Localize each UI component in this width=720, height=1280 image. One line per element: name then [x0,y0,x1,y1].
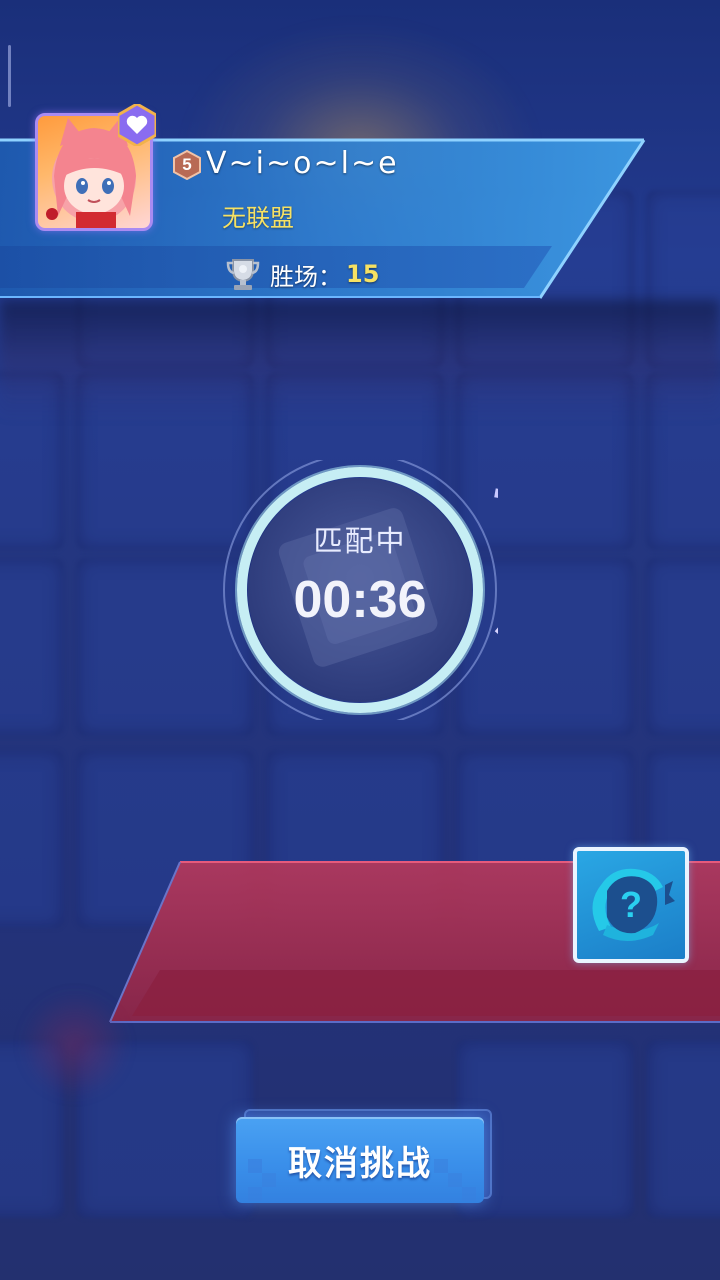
opponent-avatar-placeholder: ? [573,847,689,963]
trophy-icon [226,259,260,290]
alliance-name: 无联盟 [222,204,294,232]
background-shadow-band [0,300,720,420]
svg-text:?: ? [620,884,642,925]
wins-label: 胜场： [270,262,342,291]
decorative-orb [20,990,130,1100]
player-name: V~i~o~l~e [206,146,399,181]
matching-elapsed-time: 00:36 [293,571,427,629]
edge-indicator [8,45,11,107]
cancel-challenge-label: 取消挑战 [288,1143,432,1184]
level-number: 5 [182,155,192,174]
cancel-challenge-button[interactable]: 取消挑战 [236,1109,492,1203]
button-face: 取消挑战 [236,1117,484,1203]
matching-status: 匹配中 [313,524,407,558]
wins-count: 15 [346,260,380,288]
wins-row: 胜场： 15 [226,254,379,294]
heart-badge-icon [118,104,156,146]
matchmaking-screen: 5 V~i~o~l~e 无联盟 胜场： 15 匹配中 00:36 ? 取消挑战 [0,0,720,1280]
question-mark-icon: ? [592,868,675,941]
level-badge: 5 [172,149,202,181]
matching-timer: 匹配中 00:36 [222,460,498,720]
